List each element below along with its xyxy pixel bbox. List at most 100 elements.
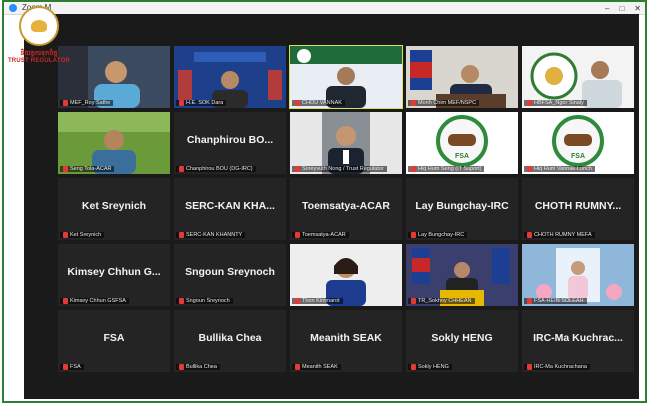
participant-video: FSA <box>406 112 518 174</box>
mic-muted-icon <box>179 232 184 238</box>
participant-tile[interactable]: TR_Sokhoy CHHEAN <box>406 244 518 306</box>
participant-name-label: Lay Bungchay-IRC <box>408 232 468 238</box>
svg-text:FSA: FSA <box>571 153 585 160</box>
participant-name: CHOU VANNAK <box>302 100 342 106</box>
participant-name: Lay Bungchay-IRC <box>418 232 465 238</box>
participant-tile[interactable]: SERC-KAN KHA... SERC-KAN KHANNTY <box>174 178 286 240</box>
mic-muted-icon <box>411 232 416 238</box>
participant-name: Ket Sreynich <box>70 232 102 238</box>
participant-video <box>58 112 170 174</box>
participant-name-label: Ket Sreynich <box>60 232 105 238</box>
participant-tile[interactable]: HBFSA_Ngor Sinaly <box>522 46 634 108</box>
participant-display-name: FSA <box>103 332 125 344</box>
participant-name-label: Thon Kimmarot <box>292 298 343 304</box>
participant-video <box>406 244 518 306</box>
participant-name-label: Bullika Chea <box>176 364 220 370</box>
mic-muted-icon <box>527 232 532 238</box>
participant-tile[interactable]: FSA Hiq Hum Seng (IT Suport) <box>406 112 518 174</box>
participant-name: Kimsey Chhun GSFSA <box>70 298 126 304</box>
participant-tile[interactable]: H.E. SOK Dara <box>174 46 286 108</box>
participant-tile[interactable]: CHOTH RUMNY... CHOTH RUMNY MEFA <box>522 178 634 240</box>
participant-tile[interactable]: IRC-Ma Kuchrac... IRC-Ma Kuchrachana <box>522 310 634 372</box>
participant-tile[interactable]: FSA-HEIN SOLEAH <box>522 244 634 306</box>
participant-tile[interactable]: FSA Hiq Hum Vannak-Lunch <box>522 112 634 174</box>
participant-display-name: Toemsatya-ACAR <box>302 200 390 212</box>
mic-muted-icon <box>295 232 300 238</box>
mic-muted-icon <box>295 100 300 106</box>
participant-name: Sokly HENG <box>418 364 449 370</box>
participant-name-label: Soreyvuth Nong / Trust Regulator <box>292 166 387 172</box>
participant-name: Thon Kimmarot <box>302 298 340 304</box>
participant-display-name: Kimsey Chhun G... <box>67 266 161 278</box>
participant-video: FSA <box>522 112 634 174</box>
participant-video <box>290 46 402 108</box>
participant-tile[interactable]: Chanphirou BO... Chanphirou BOU (DG-IRC) <box>174 112 286 174</box>
participant-tile[interactable]: Soreyvuth Nong / Trust Regulator <box>290 112 402 174</box>
participant-tile[interactable]: Toemsatya-ACAR Toemsatya-ACAR <box>290 178 402 240</box>
mic-muted-icon <box>411 364 416 370</box>
mic-muted-icon <box>179 364 184 370</box>
participant-video <box>406 46 518 108</box>
participant-name-label: Chanphirou BOU (DG-IRC) <box>176 166 256 172</box>
participant-name: H.E. SOK Dara <box>186 100 224 106</box>
mic-muted-icon <box>179 298 184 304</box>
participant-name-label: HBFSA_Ngor Sinaly <box>524 100 587 106</box>
participant-tile[interactable]: Sngoun Sreynoch Sngoun Sreynoch <box>174 244 286 306</box>
participant-name-label: CHOU VANNAK <box>292 100 345 106</box>
logo-english-text: TRUST REGULATOR <box>7 58 71 64</box>
participant-name: Soreyvuth Nong / Trust Regulator <box>302 166 384 172</box>
participant-tile[interactable]: FSA FSA <box>58 310 170 372</box>
participant-video <box>174 46 286 108</box>
mic-muted-icon <box>295 298 300 304</box>
mic-muted-icon <box>527 364 532 370</box>
participant-tile[interactable]: Lay Bungchay-IRC Lay Bungchay-IRC <box>406 178 518 240</box>
close-icon[interactable]: ✕ <box>634 4 641 13</box>
participant-video <box>522 244 634 306</box>
mic-muted-icon <box>527 100 532 106</box>
mic-muted-icon <box>411 166 416 172</box>
participant-tile[interactable]: Seng Tola-ACAR <box>58 112 170 174</box>
participant-display-name: Bullika Chea <box>198 332 262 344</box>
participant-display-name: Sngoun Sreynoch <box>185 266 275 278</box>
minimize-icon[interactable]: – <box>605 4 609 13</box>
participant-tile[interactable]: Meanith SEAK Meanith SEAK <box>290 310 402 372</box>
mic-muted-icon <box>63 232 68 238</box>
emblem-icon <box>19 6 59 46</box>
mic-muted-icon <box>411 298 416 304</box>
maximize-icon[interactable]: □ <box>619 4 624 13</box>
participant-name-label: FSA-HEIN SOLEAH <box>524 298 587 304</box>
participant-name-label: FSA <box>60 364 84 370</box>
participant-name-label: MEF_Roy Sathe <box>60 100 114 106</box>
participant-tile[interactable]: Bullika Chea Bullika Chea <box>174 310 286 372</box>
participant-tile[interactable]: Ket Sreynich Ket Sreynich <box>58 178 170 240</box>
participant-name: FSA <box>70 364 81 370</box>
participant-name: MEF_Roy Sathe <box>70 100 111 106</box>
participant-name-label: Toemsatya-ACAR <box>292 232 349 238</box>
svg-text:FSA: FSA <box>455 153 469 160</box>
participant-tile[interactable]: Monh Chim MEF/NSPC <box>406 46 518 108</box>
participant-name: TR_Sokhoy CHHEAN <box>418 298 472 304</box>
participant-display-name: Meanith SEAK <box>310 332 382 344</box>
participant-name: Sngoun Sreynoch <box>186 298 230 304</box>
participant-name: Meanith SEAK <box>302 364 338 370</box>
participant-tile[interactable]: CHOU VANNAK <box>289 45 403 109</box>
participant-tile[interactable]: Kimsey Chhun G... Kimsey Chhun GSFSA <box>58 244 170 306</box>
participant-tile[interactable]: Sokly HENG Sokly HENG <box>406 310 518 372</box>
participant-name: Toemsatya-ACAR <box>302 232 346 238</box>
participant-name-label: IRC-Ma Kuchrachana <box>524 364 590 370</box>
window-controls: – □ ✕ <box>605 2 641 14</box>
participant-tile[interactable]: Thon Kimmarot <box>290 244 402 306</box>
participant-name-label: Monh Chim MEF/NSPC <box>408 100 480 106</box>
participant-video <box>290 112 402 174</box>
participant-name-label: Kimsey Chhun GSFSA <box>60 298 129 304</box>
participant-name-label: CHOTH RUMNY MEFA <box>524 232 595 238</box>
mic-muted-icon <box>179 166 184 172</box>
participant-name: CHOTH RUMNY MEFA <box>534 232 592 238</box>
participant-name-label: TR_Sokhoy CHHEAN <box>408 298 475 304</box>
participant-name-label: SERC-KAN KHANNTY <box>176 232 246 238</box>
participant-name: Bullika Chea <box>186 364 217 370</box>
participant-name-label: Sngoun Sreynoch <box>176 298 233 304</box>
participant-name: Monh Chim MEF/NSPC <box>418 100 477 106</box>
participant-name: Hiq Hum Seng (IT Suport) <box>418 166 482 172</box>
mic-muted-icon <box>63 100 68 106</box>
